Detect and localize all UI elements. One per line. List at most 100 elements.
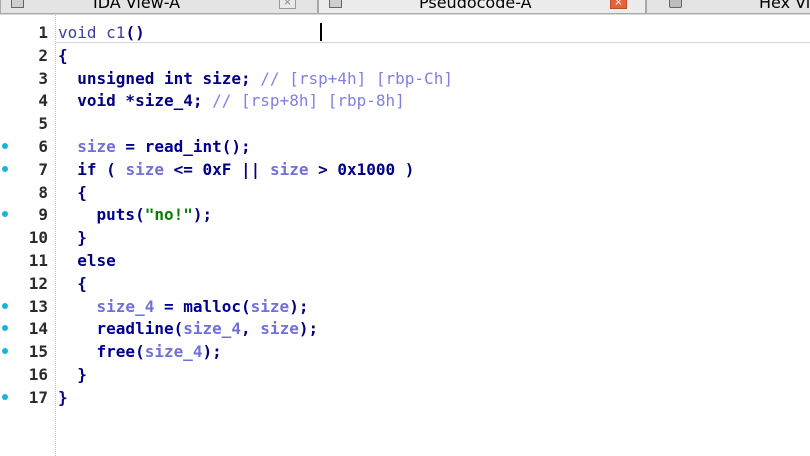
tab-title: Pseudocode-A xyxy=(419,0,532,12)
code-text: else xyxy=(58,249,116,272)
code-text: void *size_4; // [rsp+8h] [rbp-8h] xyxy=(58,89,405,112)
close-tab-button[interactable]: × xyxy=(610,0,627,9)
code-line[interactable]: 11 else xyxy=(0,249,810,272)
code-token: { xyxy=(58,45,68,65)
line-number: 1 xyxy=(38,23,48,42)
line-number: 3 xyxy=(38,68,48,88)
code-text: } xyxy=(58,363,87,386)
variable-token[interactable]: size xyxy=(260,319,299,338)
code-line[interactable]: 3 unsigned int size; // [rsp+4h] [rbp-Ch… xyxy=(0,67,810,90)
code-token: void c1 xyxy=(58,23,126,42)
code-text: { xyxy=(58,272,87,295)
comment-token: // [rsp+8h] [rbp-8h] xyxy=(212,91,405,111)
code-text: free(size_4); xyxy=(58,340,222,363)
code-token: ); xyxy=(298,319,319,339)
code-token: () xyxy=(125,23,145,42)
code-token: , xyxy=(241,319,261,339)
code-token: ); xyxy=(202,342,222,362)
variable-token[interactable]: size_4 xyxy=(97,297,155,316)
code-line[interactable]: 12 { xyxy=(0,272,810,295)
code-line[interactable]: 9 puts("no!"); xyxy=(0,203,810,226)
code-text: { xyxy=(58,44,68,67)
line-number: 16 xyxy=(28,365,48,384)
line-number: 11 xyxy=(28,251,48,270)
variable-token[interactable]: size xyxy=(251,297,290,316)
code-token: unsigned int size; xyxy=(58,68,261,88)
code-text: size = read_int(); xyxy=(58,135,251,158)
code-token: (); xyxy=(221,137,251,156)
code-token: } xyxy=(58,365,87,384)
line-number: 10 xyxy=(28,228,48,248)
code-token: } xyxy=(58,387,68,407)
line-number: 4 xyxy=(38,91,48,111)
code-line[interactable]: 14 readline(size_4, size); xyxy=(0,317,810,340)
code-token: = xyxy=(115,137,145,156)
hex-view-icon xyxy=(669,0,682,8)
code-text: } xyxy=(58,386,68,409)
disassembly-icon xyxy=(11,0,24,8)
pseudocode-icon xyxy=(329,0,342,8)
code-line[interactable]: 17} xyxy=(0,386,810,409)
line-number: 6 xyxy=(38,137,48,156)
close-tab-button[interactable]: × xyxy=(279,0,296,9)
tab-hex-view[interactable]: Hex View-1 xyxy=(646,0,810,14)
code-token: <= 0xF || xyxy=(163,159,270,179)
code-line[interactable]: 6 size = read_int(); xyxy=(0,135,810,158)
code-text: puts("no!"); xyxy=(58,203,213,226)
variable-token[interactable]: size xyxy=(77,137,116,156)
code-line[interactable]: 1 void c1() xyxy=(0,21,810,44)
comment-token: // [rsp+4h] [rbp-Ch] xyxy=(260,68,453,88)
code-line[interactable]: 15 free(size_4); xyxy=(0,340,810,363)
code-line[interactable]: 7 if ( size <= 0xF || size > 0x1000 ) xyxy=(0,158,810,181)
code-token: if ( xyxy=(58,159,126,179)
line-number: 13 xyxy=(28,296,48,316)
code-line[interactable]: 5 xyxy=(0,112,810,135)
line-number: 2 xyxy=(38,45,48,65)
variable-token[interactable]: size_4 xyxy=(183,319,241,338)
code-text: if ( size <= 0xF || size > 0x1000 ) xyxy=(58,158,414,181)
code-line[interactable]: 10 } xyxy=(0,226,810,249)
code-token[interactable]: free( xyxy=(58,342,145,361)
string-token: "no!" xyxy=(144,205,193,225)
code-token: void *size_4; xyxy=(58,91,213,111)
code-token: { xyxy=(58,273,87,293)
code-token: > 0x1000 ) xyxy=(308,159,415,179)
tab-bar: IDA View-A × Pseudocode-A × Hex View-1 xyxy=(0,0,810,15)
code-line[interactable]: 16 } xyxy=(0,363,810,386)
line-number: 15 xyxy=(28,342,48,362)
tab-ida-view[interactable]: IDA View-A × xyxy=(0,0,318,14)
code-text: { xyxy=(58,181,87,204)
code-line[interactable]: 2{ xyxy=(0,44,810,67)
line-number: 5 xyxy=(38,114,48,134)
pseudocode-editor[interactable]: 1 void c1() 2{3 unsigned int size; // [rsp… xyxy=(0,15,810,456)
code-token: else xyxy=(58,251,116,270)
line-number: 12 xyxy=(28,273,48,293)
tab-title: Hex View-1 xyxy=(759,0,810,12)
variable-token[interactable]: size_4 xyxy=(145,342,203,361)
line-number: 17 xyxy=(28,387,48,407)
code-text: unsigned int size; // [rsp+4h] [rbp-Ch] xyxy=(58,67,453,90)
code-token[interactable]: = malloc( xyxy=(154,297,251,316)
code-line[interactable]: 4 void *size_4; // [rsp+8h] [rbp-8h] xyxy=(0,89,810,112)
code-text: } xyxy=(58,226,87,249)
code-text: readline(size_4, size); xyxy=(58,317,319,340)
code-line[interactable]: 13 size_4 = malloc(size); xyxy=(0,295,810,318)
variable-token[interactable]: size xyxy=(270,160,309,179)
code-token[interactable]: puts( xyxy=(58,205,145,224)
line-number: 9 xyxy=(38,205,48,225)
code-token: ); xyxy=(192,205,213,225)
code-token[interactable]: readline( xyxy=(58,319,184,338)
tab-pseudocode[interactable]: Pseudocode-A × xyxy=(318,0,646,14)
tab-title: IDA View-A xyxy=(93,0,181,12)
code-token: ); xyxy=(289,296,309,316)
line-number: 8 xyxy=(38,182,48,202)
code-token: } xyxy=(58,228,87,248)
code-token: { xyxy=(58,182,87,202)
code-text: void c1() xyxy=(58,21,145,44)
code-line[interactable]: 8 { xyxy=(0,181,810,204)
variable-token[interactable]: size xyxy=(125,160,164,179)
code-token[interactable]: read_int xyxy=(145,137,222,156)
code-text: size_4 = malloc(size); xyxy=(58,295,309,318)
